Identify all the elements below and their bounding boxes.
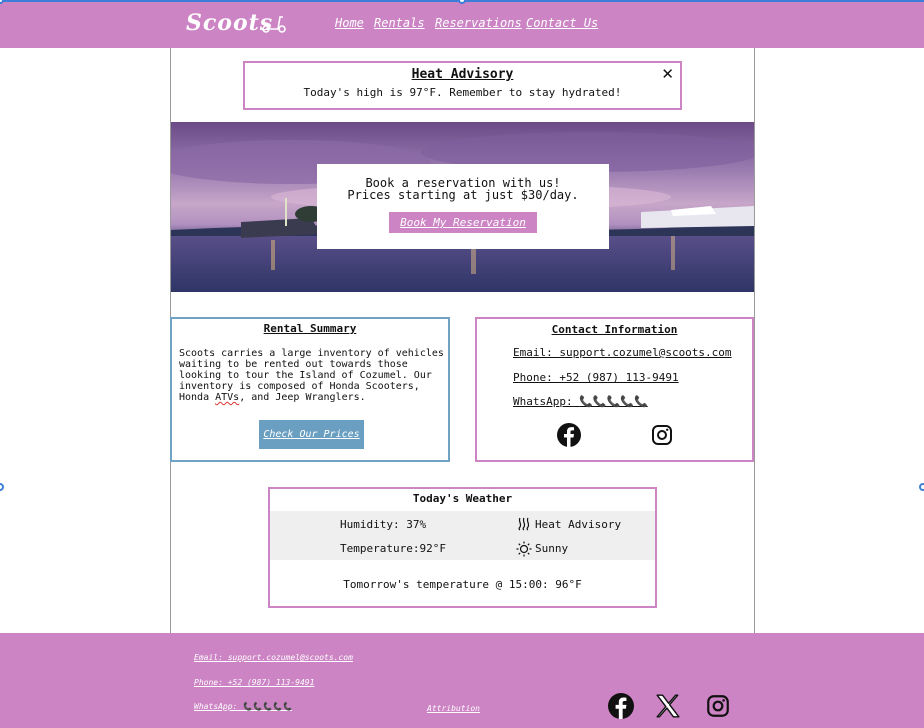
whatsapp-label: WhatsApp: [513,395,573,408]
resize-handle-right[interactable] [919,483,924,491]
contact-email-link[interactable]: Email: support.cozumel@scoots.com [513,346,732,359]
rental-summary-title: Rental Summary [263,322,357,335]
advisory-title: Heat Advisory [411,67,514,82]
x-icon[interactable] [655,693,681,719]
weather-title: Today's Weather [412,492,513,505]
instagram-icon[interactable] [650,423,674,447]
weather-humidity: Humidity: 37% [340,518,427,531]
weather-advisory: Heat Advisory [535,518,622,531]
footer-phone-icons: 📞📞📞📞📞 [242,702,292,711]
site-footer: Email: support.cozumel@scoots.com Phone:… [0,633,924,728]
weather-card: Today's Weather Humidity: 37% Heat Advis… [268,487,657,608]
contact-info-card: Contact Information Email: support.cozum… [475,317,754,462]
attribution-link[interactable]: Attribution [427,704,480,713]
check-prices-button[interactable]: Check Our Prices [259,420,364,449]
weather-table: Humidity: 37% Heat Advisory Temperature:… [270,511,655,560]
logo[interactable]: Scoots [186,10,273,36]
footer-instagram-icon[interactable] [705,693,731,719]
heat-advisory-banner: Heat Advisory Today's high is 97°F. Reme… [243,61,682,110]
rental-summary-card: Rental Summary Scoots carries a large in… [170,317,450,462]
nav-rentals[interactable]: Rentals [374,16,425,30]
contact-phone-link[interactable]: Phone: +52 (987) 113-9491 [513,371,679,384]
weather-temperature: Temperature:92°F [340,542,446,555]
footer-facebook-icon[interactable] [608,693,634,719]
hero-banner: Book a reservation with us! Prices start… [171,122,754,292]
contact-info-title: Contact Information [551,323,678,336]
advisory-text: Today's high is 97°F. Remember to stay h… [303,86,622,99]
hero-subline: Prices starting at just $30/day. [347,188,579,202]
nav-contact-us[interactable]: Contact Us [526,16,598,30]
phone-icons: 📞📞📞📞📞 [579,395,648,408]
rental-text-end: , and Jeep Wranglers. [239,392,366,403]
reservation-callout: Book a reservation with us! Prices start… [317,164,609,249]
nav-home[interactable]: Home [335,16,364,30]
rental-text-atvs: ATVs [215,392,240,403]
scooter-icon [262,16,286,33]
contact-whatsapp-link[interactable]: WhatsApp: 📞📞📞📞📞 [513,395,648,408]
footer-email-link[interactable]: Email: support.cozumel@scoots.com [194,653,353,662]
rental-summary-text: Scoots carries a large inventory of vehi… [179,348,447,403]
footer-phone-link[interactable]: Phone: +52 (987) 113-9491 [194,678,314,687]
site-header: Scoots Home Rentals Reservations Contact… [0,0,924,48]
book-reservation-button[interactable]: Book My Reservation [389,212,537,233]
resize-handle-left[interactable] [0,483,4,491]
facebook-icon[interactable] [557,423,581,447]
close-icon[interactable]: ✕ [661,65,674,83]
footer-whatsapp-link[interactable]: WhatsApp: 📞📞📞📞📞 [194,702,292,711]
weather-condition: Sunny [535,542,569,555]
sun-icon [516,541,532,557]
heat-waves-icon [518,517,530,531]
footer-whatsapp-label: WhatsApp: [194,702,238,711]
tomorrow-forecast: Tomorrow's temperature @ 15:00: 96°F [343,578,582,591]
nav-reservations[interactable]: Reservations [435,16,522,30]
